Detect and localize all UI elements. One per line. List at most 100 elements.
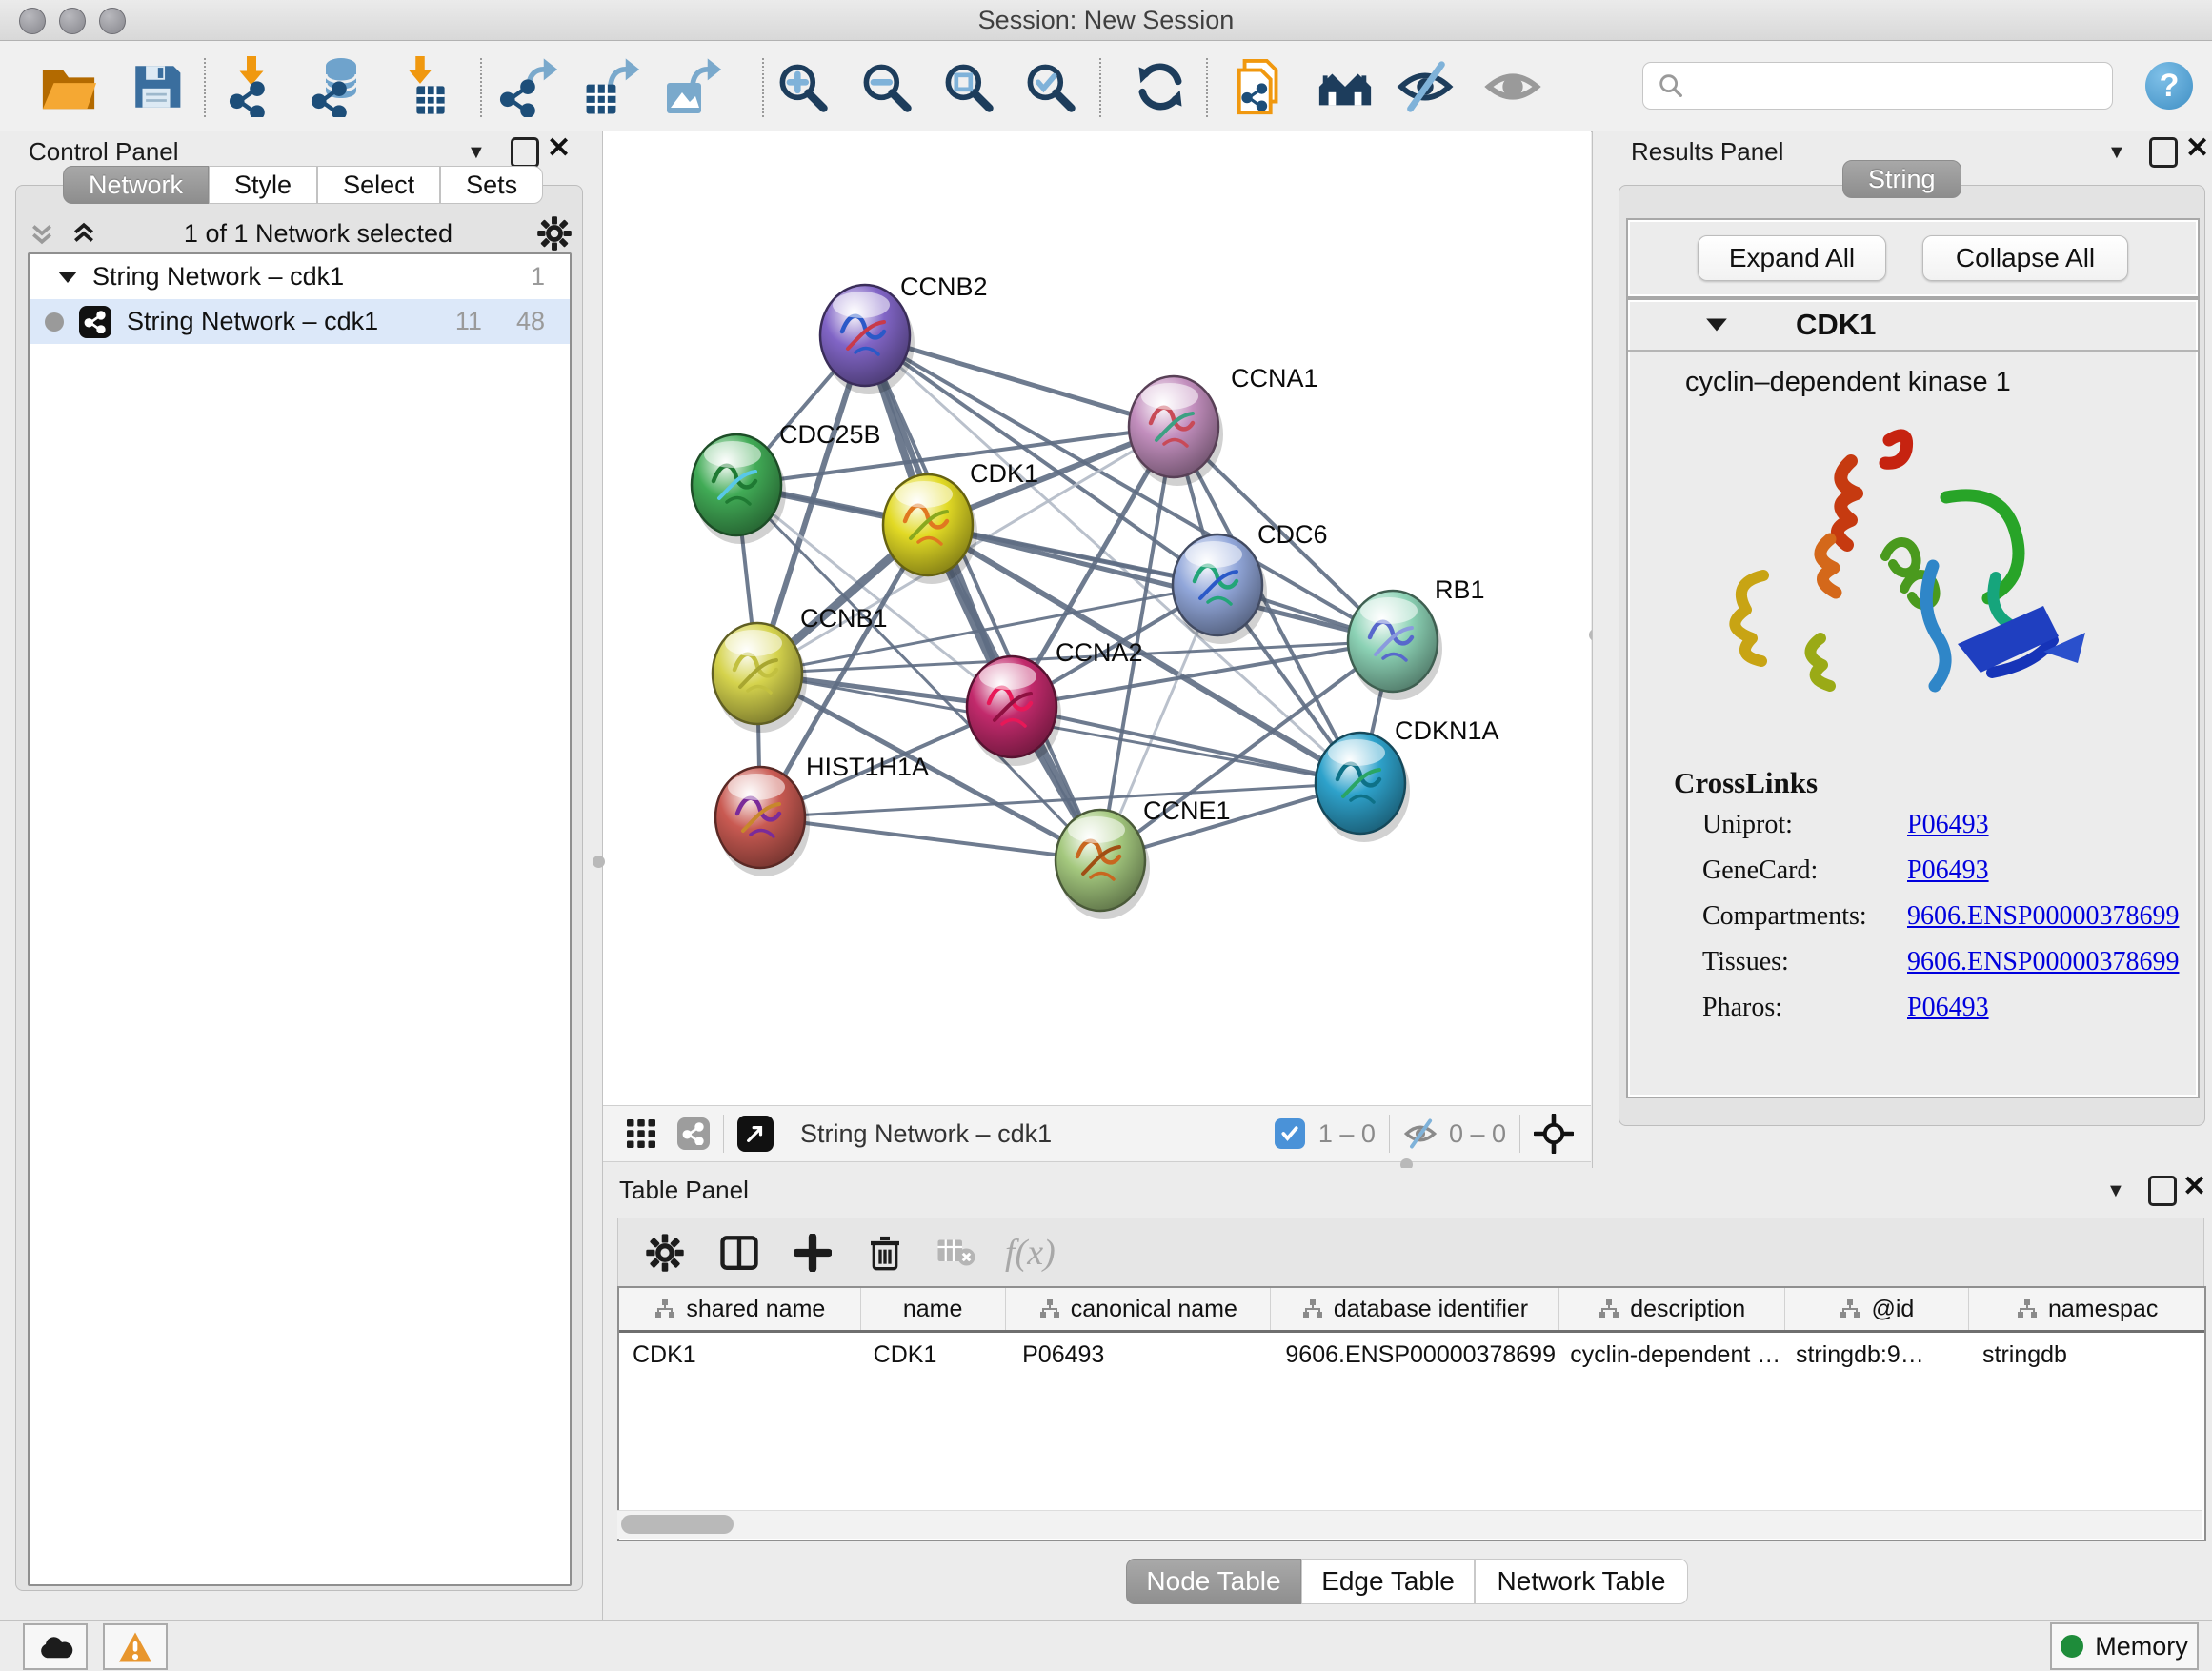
tab-node-table[interactable]: Node Table [1126,1559,1301,1604]
selected-checkbox-icon[interactable] [1275,1118,1305,1149]
collapse-section-icon[interactable] [1704,314,1729,335]
crosslink-tissues[interactable]: 9606.ENSP00000378699 [1907,947,2198,977]
tab-network-table[interactable]: Network Table [1475,1559,1688,1604]
network-collection-row[interactable]: String Network – cdk1 1 [30,254,570,299]
show-columns-icon[interactable] [719,1233,759,1273]
crosslink-genecard[interactable]: P06493 [1907,856,2198,886]
delete-column-icon[interactable] [866,1234,904,1272]
crosslink-uniprot[interactable]: P06493 [1907,810,2198,840]
show-all-button[interactable] [1478,52,1547,121]
toolbar-separator [1206,58,1208,117]
network-node-CCNE1[interactable] [1056,810,1150,919]
tab-style[interactable]: Style [209,166,317,204]
close-panel-button[interactable]: ✕ [547,136,571,161]
table-panel-title: Table Panel [619,1176,749,1205]
tab-network[interactable]: Network [63,166,209,204]
export-image-button[interactable] [659,52,728,121]
close-panel-button[interactable]: ✕ [2185,136,2209,161]
tab-edge-table[interactable]: Edge Table [1301,1559,1475,1604]
export-network-button[interactable] [495,52,564,121]
zoom-selected-button[interactable] [1016,52,1084,121]
tree-expander-icon[interactable] [56,268,79,287]
network-node-CCNB2[interactable] [820,285,915,394]
hide-selected-button[interactable] [1391,52,1459,121]
tab-select[interactable]: Select [317,166,440,204]
network-node-HIST1H1A[interactable] [715,767,810,876]
crosslink-compartments[interactable]: 9606.ENSP00000378699 [1907,901,2198,932]
zoom-fit-button[interactable] [934,52,1002,121]
close-panel-button[interactable]: ✕ [2182,1175,2206,1199]
zoom-out-button[interactable] [852,52,920,121]
control-panel-title: Control Panel [29,137,179,167]
cell-database-identifier[interactable]: 9606.ENSP00000378699 [1272,1333,1557,1377]
column-header[interactable]: database identifier [1271,1288,1559,1330]
left-splitter-handle[interactable] [593,856,605,868]
network-edge-count: 48 [516,307,545,336]
network-edge-CCNB2-CCNE1[interactable] [865,335,1100,860]
collapse-all-button[interactable]: Collapse All [1922,235,2128,281]
apply-layout-button[interactable] [1126,52,1195,121]
cell-description[interactable]: cyclin-dependent … [1557,1333,1782,1377]
new-network-from-selection-button[interactable] [1227,52,1296,121]
network-node-CCNA2[interactable] [967,656,1061,766]
table-gear-icon[interactable] [645,1233,685,1273]
gear-icon[interactable] [536,215,573,252]
maximize-panel-button[interactable] [2148,1176,2177,1206]
tab-sets[interactable]: Sets [440,166,543,204]
float-panel-button[interactable]: ▼ [2107,143,2126,162]
toolbar-separator [1099,58,1101,117]
expand-all-icon[interactable] [68,219,100,248]
expand-all-button[interactable]: Expand All [1698,235,1886,281]
open-in-browser-icon[interactable] [737,1116,774,1152]
first-neighbors-button[interactable] [1311,52,1379,121]
column-header[interactable]: name [861,1288,1006,1330]
cloud-status-button[interactable] [23,1623,88,1670]
network-node-RB1[interactable] [1348,591,1442,700]
column-header[interactable]: shared name [619,1288,861,1330]
grid-view-icon[interactable] [624,1117,658,1151]
add-column-icon[interactable] [794,1234,832,1272]
birds-eye-view-icon[interactable] [1534,1114,1574,1154]
collapse-all-icon[interactable] [26,219,58,248]
import-table-button[interactable] [389,52,457,121]
cell-shared-name[interactable]: CDK1 [619,1333,860,1377]
maximize-panel-button[interactable] [2149,137,2178,168]
cell-id[interactable]: stringdb:9… [1782,1333,1969,1377]
cell-name[interactable]: CDK1 [860,1333,1009,1377]
network-node-CCNA1[interactable] [1129,376,1223,486]
import-network-from-database-button[interactable] [305,52,373,121]
scrollbar-thumb[interactable] [621,1515,734,1534]
zoom-in-button[interactable] [768,52,836,121]
column-header[interactable]: description [1559,1288,1785,1330]
network-node-CDKN1A[interactable] [1316,733,1410,842]
zoom-out-icon [857,58,915,115]
cell-namespace[interactable]: stringdb [1969,1333,2204,1377]
network-node-CDK1[interactable] [883,474,977,584]
crosslink-label: Uniprot: [1702,810,1907,840]
memory-button[interactable]: Memory [2050,1622,2199,1670]
import-network-button[interactable] [221,52,290,121]
network-edge-CCNA2-CDKN1A[interactable] [1012,707,1360,783]
export-table-button[interactable] [577,52,646,121]
maximize-panel-button[interactable] [511,137,539,168]
gene-card-header[interactable]: CDK1 [1628,300,2198,352]
column-header[interactable]: @id [1785,1288,1970,1330]
float-panel-button[interactable]: ▼ [2106,1181,2125,1200]
cell-canonical-name[interactable]: P06493 [1009,1333,1272,1377]
tab-string[interactable]: String [1842,160,1961,198]
open-session-button[interactable] [34,52,103,121]
network-canvas[interactable]: CCNB2CCNA1CDC25BCDK1CDC6RB1CCNB1CCNA2CDK… [603,131,1591,1105]
help-button[interactable]: ? [2145,62,2193,110]
table-row[interactable]: CDK1 CDK1 P06493 9606.ENSP00000378699 cy… [619,1333,2204,1377]
save-session-button[interactable] [122,52,191,121]
crosslink-pharos[interactable]: P06493 [1907,993,2198,1023]
column-header[interactable]: canonical name [1006,1288,1272,1330]
network-edge-HIST1H1A-CCNE1[interactable] [760,817,1100,860]
search-input[interactable] [1695,70,2104,102]
network-row[interactable]: String Network – cdk1 11 48 [30,299,570,344]
column-header[interactable]: namespac [1969,1288,2204,1330]
float-panel-button[interactable]: ▼ [467,143,486,162]
table-horizontal-scrollbar[interactable] [617,1510,2202,1539]
network-node-CDC25B[interactable] [692,434,786,544]
warnings-button[interactable] [103,1623,168,1670]
